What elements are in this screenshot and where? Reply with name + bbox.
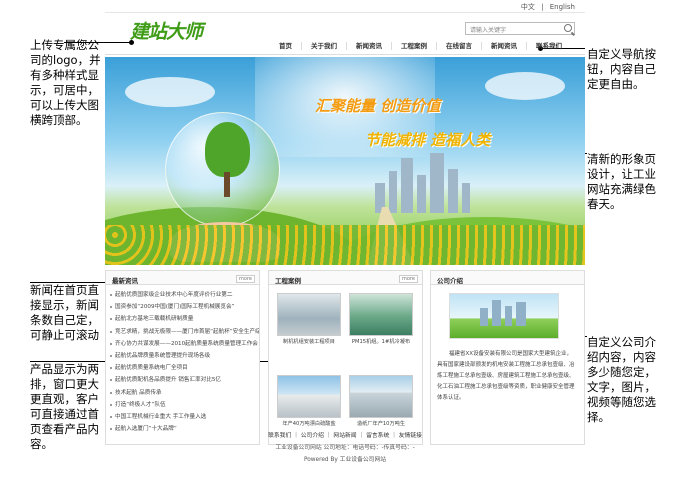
building [417, 175, 426, 213]
page: 上传专属您公司的logo，并有多种样式显示，可居中，可以上传大图横跨顶部。 新闻… [0, 0, 690, 495]
news-annotation: 新闻在首页直接显示，新闻条数自己定，可静止可滚动 [30, 283, 99, 342]
about-panel-header: 公司介绍 [431, 271, 584, 285]
website-preview: 中文 | English 建站大师 请输入关键字 首页 关于我们 新闻资讯 工程… [105, 0, 585, 495]
cloud [125, 77, 215, 107]
nav-item-contact[interactable]: 联系我们 [527, 42, 571, 50]
search-input[interactable]: 请输入关键字 [465, 22, 575, 35]
news-item[interactable]: 起航优质质量系统电厂全项目 [106, 362, 259, 374]
logo-annotation: 上传专属您公司的logo，并有多种样式显示，可居中，可以上传大图横跨顶部。 [30, 38, 101, 127]
news-annotation-line [30, 282, 117, 283]
case-item[interactable]: 造纸厂年产10万吨生 [349, 375, 413, 429]
nav-item-home[interactable]: 首页 [270, 42, 302, 50]
site-logo[interactable]: 建站大师 [130, 17, 203, 44]
about-image [449, 293, 559, 339]
case-image[interactable] [277, 293, 341, 336]
case-item[interactable]: 年产40万吨漂白硫酸盐 [277, 375, 341, 429]
cloud [485, 72, 565, 100]
about-text: 福建省XX设备安装有限公司是国家大型建筑企业，具有国家建设部颁发的机电安装工程施… [437, 351, 575, 401]
product-annotation: 产品显示为两排，窗口更大更直观，客户可直接通过首页查看产品内容。 [30, 362, 99, 451]
news-list: 起航优质国家级企业技术中心年度评价行业第二 国资参加“2009中国(厦门)国际工… [106, 285, 259, 435]
nav-item-news-2[interactable]: 新闻资讯 [482, 42, 527, 50]
footer-powered: Powered By 工业设备公司网站 [303, 457, 387, 463]
building [430, 153, 444, 213]
building [492, 300, 501, 326]
news-item[interactable]: 技术起航 品质传承 [106, 387, 259, 399]
news-item[interactable]: 国资参加“2009中国(厦门)国际工程机械展览会” [106, 301, 259, 313]
building [480, 308, 488, 326]
cases-title: 工程案例 [275, 277, 301, 285]
cases-panel-header: 工程案例 more [269, 271, 422, 285]
case-item[interactable]: PM15机组。1#机冷凝布 [349, 293, 413, 347]
language-switch: 中文 | English [517, 2, 575, 12]
top-divider [105, 12, 585, 13]
case-image[interactable] [277, 375, 341, 418]
news-item[interactable]: 起航优质国家级企业技术中心年度评价行业第二 [106, 289, 259, 301]
nav-annotation: 自定义导航按钮，内容自己定更自由。 [587, 47, 656, 91]
footer-links[interactable]: 联系我们 ｜ 公司介绍 ｜ 网站新闻 ｜ 留言系统 ｜ 友情链接 [105, 430, 585, 442]
news-item[interactable]: 起航北方基地三载载机研制质量 [106, 313, 259, 325]
news-panel-header: 最新资讯 more [106, 271, 259, 285]
lang-separator: | [541, 3, 544, 11]
case-caption[interactable]: 造纸厂年产10万吨生 [349, 420, 413, 427]
hero-banner: 汇聚能量 创造价值 节能减排 造福人类 [105, 57, 585, 265]
flower-field [105, 225, 585, 265]
case-item[interactable]: 制机机组安装工程项目 [277, 293, 341, 347]
lang-chinese[interactable]: 中文 [521, 3, 535, 11]
tree-graphic [205, 122, 250, 177]
lang-english[interactable]: English [550, 3, 575, 11]
case-caption[interactable]: PM15机组。1#机冷凝布 [349, 338, 413, 345]
tree-trunk [224, 172, 230, 197]
about-panel: 公司介绍 福建省XX设备安装有限公司是国家大型建筑企业，具有国家建设部颁发的机电… [430, 270, 585, 445]
search-placeholder: 请输入关键字 [470, 27, 507, 34]
news-item[interactable]: 起航优质配机各品质提升 销售汇率对比5亿 [106, 374, 259, 386]
content-boxes: 最新资讯 more 起航优质国家级企业技术中心年度评价行业第二 国资参加“200… [105, 270, 585, 445]
building [389, 171, 397, 213]
search-icon[interactable] [564, 24, 572, 32]
building [462, 183, 470, 213]
nav-item-about[interactable]: 关于我们 [302, 42, 347, 50]
nav-item-cases[interactable]: 工程案例 [392, 42, 437, 50]
cases-more-button[interactable]: more [399, 275, 418, 283]
main-nav: 首页 关于我们 新闻资讯 工程案例 在线留言 新闻资讯 联系我们 [270, 42, 571, 50]
case-caption[interactable]: 年产40万吨漂白硫酸盐 [277, 420, 341, 427]
footer: 联系我们 ｜ 公司介绍 ｜ 网站新闻 ｜ 留言系统 ｜ 友情链接 工业设备公司网… [105, 430, 585, 466]
nav-item-message[interactable]: 在线留言 [437, 42, 482, 50]
cases-panel: 工程案例 more 制机机组安装工程项目 PM15机组。1#机冷凝布 年产40万… [268, 270, 423, 445]
news-panel: 最新资讯 more 起航优质国家级企业技术中心年度评价行业第二 国资参加“200… [105, 270, 260, 445]
building [401, 158, 413, 213]
news-item[interactable]: 中国工程机械行业重大 手工作量入选 [106, 411, 259, 423]
building [448, 169, 458, 213]
case-image[interactable] [349, 293, 413, 336]
building [516, 302, 526, 326]
about-annotation: 自定义公司介绍内容，内容多少随您定，文字，图片，视频等随您选择。 [587, 335, 656, 424]
case-caption[interactable]: 制机机组安装工程项目 [277, 338, 341, 345]
news-item[interactable]: 起航优品牌质量系统管理提升现场各级 [106, 350, 259, 362]
news-title: 最新资讯 [112, 277, 138, 285]
news-item[interactable]: 齐心协力共谋发展——2010起航质量系统质量管理工作会 [106, 338, 259, 350]
news-more-button[interactable]: more [236, 275, 255, 283]
news-item[interactable]: 竞艺求精，挑战无极限——厦门市首届“起航杯”安全生产综合救援技能大赛暗拼有 [106, 326, 259, 338]
about-title: 公司介绍 [437, 277, 463, 285]
footer-info: 工业设备公司网站 公司地址：电话号码：-传真号码：- [275, 445, 415, 451]
case-image[interactable] [349, 375, 413, 418]
nav-divider [105, 54, 585, 55]
banner-slogan-2: 节能减排 造福人类 [365, 131, 491, 149]
banner-annotation: 清新的形象页设计，让工业网站充满绿色春天。 [587, 152, 656, 211]
news-item[interactable]: 打造“终极人才”队伍 [106, 399, 259, 411]
nav-item-news[interactable]: 新闻资讯 [347, 42, 392, 50]
building [505, 306, 512, 326]
banner-slogan-1: 汇聚能量 创造价值 [315, 97, 441, 115]
